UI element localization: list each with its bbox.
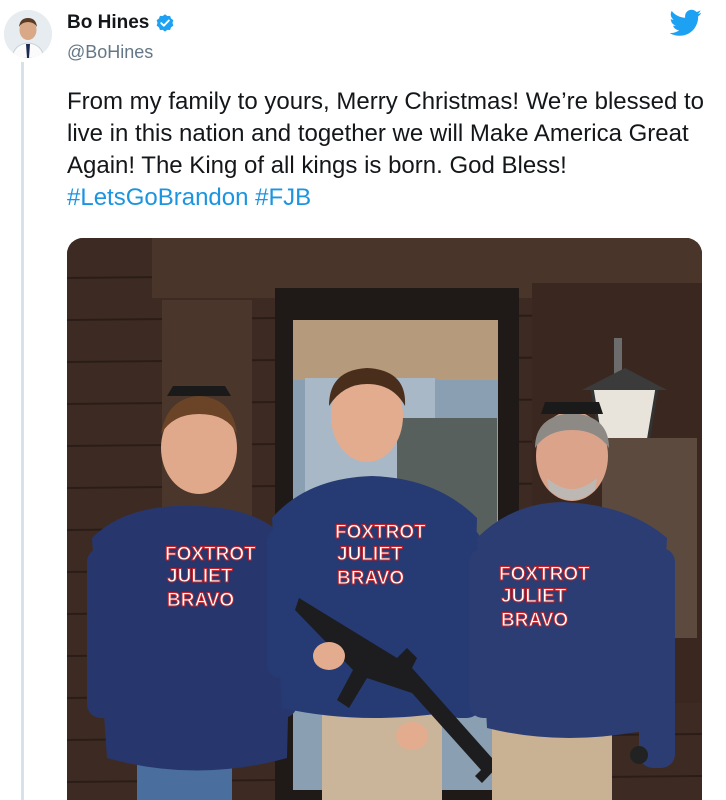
tweet-body: From my family to yours, Merry Christmas… xyxy=(67,88,705,179)
photo-image: FOXTROT JULIET BRAVO FOXTROT JULIET BRAV… xyxy=(67,238,702,800)
sweatshirt-text-2: JULIET xyxy=(337,544,403,565)
verified-badge-icon xyxy=(155,13,175,33)
sweatshirt-text-3: BRAVO xyxy=(167,590,234,611)
sweatshirt-text-3: BRAVO xyxy=(501,610,568,631)
tweet-card: Bo Hines @BoHines From my family to your… xyxy=(0,0,726,800)
sweatshirt-text-2: JULIET xyxy=(167,566,233,587)
avatar[interactable] xyxy=(4,10,52,58)
thread-line xyxy=(21,62,24,800)
sweatshirt-text-1: FOXTROT xyxy=(499,564,590,585)
tweet-text: From my family to yours, Merry Christmas… xyxy=(67,86,707,214)
sweatshirt-text-2: JULIET xyxy=(501,586,567,607)
twitter-bird-icon[interactable] xyxy=(669,8,702,38)
hashtag-link[interactable]: #LetsGoBrandon xyxy=(67,184,248,211)
sweatshirt-text-1: FOXTROT xyxy=(165,544,256,565)
hashtag-link[interactable]: #FJB xyxy=(255,184,311,211)
sweatshirt-text-1: FOXTROT xyxy=(335,522,426,543)
tweet-photo[interactable]: FOXTROT JULIET BRAVO FOXTROT JULIET BRAV… xyxy=(67,238,702,800)
author-name[interactable]: Bo Hines xyxy=(67,12,175,34)
author-name-text[interactable]: Bo Hines xyxy=(67,12,149,34)
author-handle[interactable]: @BoHines xyxy=(67,42,153,63)
sweatshirt-text-3: BRAVO xyxy=(337,568,404,589)
